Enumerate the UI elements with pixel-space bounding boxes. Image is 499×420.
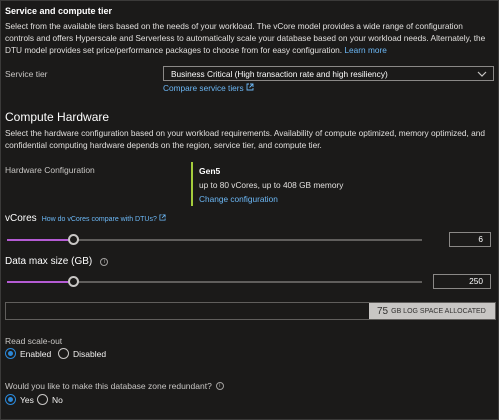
log-space-bar: 75 GB LOG SPACE ALLOCATED xyxy=(5,302,496,320)
log-space-allocated: 75 GB LOG SPACE ALLOCATED xyxy=(369,303,495,319)
intro-text: Select from the available tiers based on… xyxy=(5,21,486,55)
compute-hardware-title: Compute Hardware xyxy=(5,110,110,124)
vcores-header: vCores How do vCores compare with DTUs? xyxy=(5,213,166,224)
hardware-configuration-box: Gen5 up to 80 vCores, up to 408 GB memor… xyxy=(191,162,371,206)
service-tier-value: Business Critical (High transaction rate… xyxy=(171,68,388,79)
learn-more-link[interactable]: Learn more xyxy=(344,45,386,55)
radio-unselected-icon xyxy=(37,394,48,405)
hardware-generation: Gen5 xyxy=(199,166,221,176)
intro-paragraph: Select from the available tiers based on… xyxy=(5,20,494,56)
data-max-size-slider-thumb[interactable] xyxy=(68,276,79,287)
zone-redundant-yes-radio[interactable]: Yes xyxy=(5,394,34,405)
vcores-slider-fill xyxy=(7,239,73,241)
external-link-icon xyxy=(159,214,166,221)
zone-redundant-yes-label: Yes xyxy=(20,394,34,405)
vcores-compare-text: How do vCores compare with DTUs? xyxy=(41,216,157,223)
zone-redundant-header: Would you like to make this database zon… xyxy=(5,381,224,391)
data-max-size-input[interactable]: 250 xyxy=(433,274,491,289)
service-tier-dropdown[interactable]: Business Critical (High transaction rate… xyxy=(163,66,494,81)
compare-service-tiers-text: Compare service tiers xyxy=(163,83,244,93)
info-icon[interactable]: i xyxy=(215,382,224,390)
data-max-size-header: Data max size (GB) i xyxy=(5,256,109,267)
compute-hardware-description: Select the hardware configuration based … xyxy=(5,128,485,150)
zone-redundant-no-radio[interactable]: No xyxy=(37,394,63,405)
log-space-label: GB LOG SPACE ALLOCATED xyxy=(391,307,486,315)
log-space-amount: 75 xyxy=(377,305,389,317)
read-scale-out-enabled-radio[interactable]: Enabled xyxy=(5,348,51,359)
zone-redundant-label: Would you like to make this database zon… xyxy=(5,381,212,391)
vcores-compare-link[interactable]: How do vCores compare with DTUs? xyxy=(42,214,166,223)
info-icon[interactable]: i xyxy=(100,257,109,266)
change-configuration-link[interactable]: Change configuration xyxy=(199,194,371,204)
zone-redundant-no-label: No xyxy=(52,394,63,405)
radio-unselected-icon xyxy=(58,348,69,359)
external-link-icon xyxy=(246,83,254,91)
read-scale-out-enabled-label: Enabled xyxy=(20,348,52,359)
data-max-size-slider-fill xyxy=(7,281,73,283)
vcores-label: vCores xyxy=(5,213,37,224)
read-scale-out-disabled-radio[interactable]: Disabled xyxy=(58,348,106,359)
chevron-down-icon xyxy=(477,71,487,77)
vcores-input[interactable]: 6 xyxy=(449,232,491,247)
radio-selected-icon xyxy=(5,348,16,359)
hardware-description: up to 80 vCores, up to 408 GB memory xyxy=(199,180,344,190)
vcores-slider[interactable] xyxy=(7,234,422,245)
section-title: Service and compute tier xyxy=(5,6,113,16)
data-max-size-slider[interactable] xyxy=(7,276,422,287)
service-tier-label: Service tier xyxy=(5,69,48,79)
data-max-size-label: Data max size (GB) xyxy=(5,256,93,267)
radio-selected-icon xyxy=(5,394,16,405)
vcores-slider-thumb[interactable] xyxy=(68,234,79,245)
read-scale-out-label: Read scale-out xyxy=(5,336,63,346)
hardware-configuration-label: Hardware Configuration xyxy=(5,165,95,175)
read-scale-out-disabled-label: Disabled xyxy=(73,348,107,359)
compare-service-tiers-link[interactable]: Compare service tiers xyxy=(163,83,254,93)
